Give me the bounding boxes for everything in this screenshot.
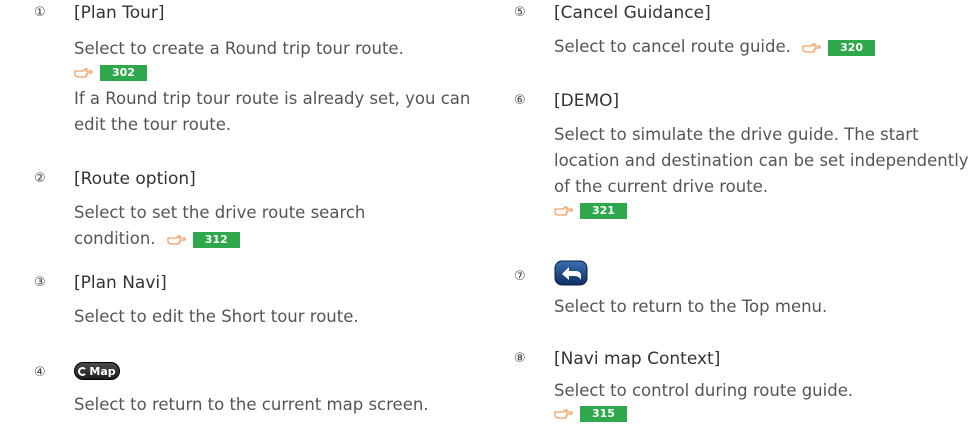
page-reference[interactable]: 312 [161, 226, 240, 252]
page-number-badge[interactable]: 315 [580, 405, 627, 422]
item-description: Select to edit the Short tour route. [74, 307, 359, 326]
map-icon-label: Map [89, 364, 116, 378]
item-title: [Cancel Guidance] [554, 3, 711, 23]
item-title: [Navi map Context] [554, 349, 721, 369]
page-reference[interactable]: 321 [554, 200, 974, 220]
description-text: Select to cancel route guide. [554, 37, 791, 56]
item-number: ③ [34, 275, 46, 290]
item-title: [Plan Navi] [74, 273, 167, 293]
description-text: Select to simulate the drive guide. The … [554, 125, 969, 196]
item-number: ⑦ [514, 269, 526, 284]
description-line: Select to create a Round trip tour route… [74, 39, 404, 58]
reference-hand-icon [554, 205, 574, 217]
item-description: Select to return to the Top menu. [554, 297, 828, 316]
reference-hand-icon [802, 42, 822, 54]
item-title: [Plan Tour] [74, 3, 165, 23]
item-title: [Route option] [74, 169, 196, 189]
item-number: ① [34, 5, 46, 20]
return-circle-icon [78, 366, 88, 376]
item-number: ④ [34, 365, 46, 380]
item-number: ② [34, 171, 46, 186]
description-line: If a Round trip tour route is already se… [74, 89, 471, 134]
description-text: Select to control during route guide. [554, 381, 854, 400]
return-arrow-icon[interactable] [554, 260, 588, 286]
item-description: Select to return to the current map scre… [74, 395, 429, 414]
page-number-badge[interactable]: 320 [828, 39, 876, 56]
item-description: Select to control during route guide. 31… [554, 378, 974, 422]
reference-hand-icon [554, 408, 574, 420]
reference-hand-icon [167, 234, 187, 246]
item-description: Select to cancel route guide. 320 [554, 34, 974, 60]
page-number-badge[interactable]: 312 [192, 231, 240, 248]
item-description: Select to create a Round trip tour route… [74, 36, 504, 138]
page-reference[interactable]: 315 [554, 404, 974, 422]
map-button-icon[interactable]: Map [74, 362, 120, 380]
page-reference[interactable]: 320 [796, 34, 876, 60]
page-number-badge[interactable]: 302 [100, 64, 147, 81]
item-number: ⑥ [514, 93, 526, 108]
item-description: Select to simulate the drive guide. The … [554, 122, 974, 220]
page-reference[interactable]: 302 [74, 62, 504, 82]
page-number-badge[interactable]: 321 [580, 202, 627, 219]
item-number: ⑧ [514, 351, 526, 366]
reference-hand-icon [74, 67, 94, 79]
item-number: ⑤ [514, 5, 526, 20]
item-description: Select to set the drive route search con… [74, 200, 444, 252]
item-title: [DEMO] [554, 91, 620, 111]
